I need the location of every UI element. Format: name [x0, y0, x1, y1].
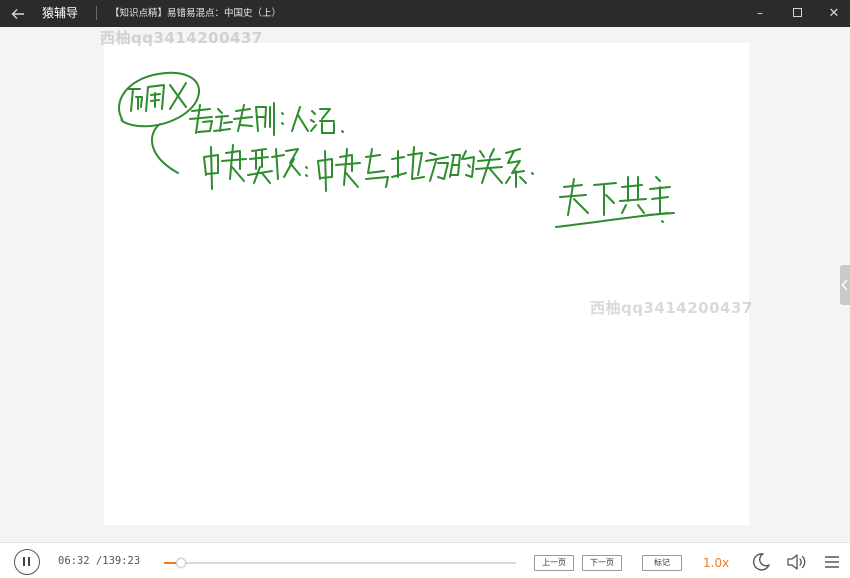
minimize-button[interactable]: –	[749, 3, 771, 24]
title-divider	[96, 6, 97, 20]
menu-icon	[825, 556, 839, 568]
mark-button[interactable]: 标记	[642, 555, 682, 571]
lesson-stage: 西柚qq3414200437 西柚qq3414200437	[0, 27, 850, 542]
side-note-underline	[555, 212, 669, 228]
course-title: 【知识点精】易错易混点：中国史（上）	[110, 8, 282, 19]
prev-page-button[interactable]: 上一页	[534, 555, 574, 571]
menu-button[interactable]	[821, 551, 843, 573]
speed-button[interactable]: 1.0x	[703, 556, 729, 571]
moon-icon	[752, 553, 770, 571]
line1-strokes	[189, 102, 344, 136]
bracket-stroke	[151, 123, 179, 174]
progress-bar[interactable]	[164, 558, 516, 568]
time-display: 06:32 /139:23	[58, 555, 141, 567]
back-button[interactable]	[8, 4, 28, 24]
night-mode-button[interactable]	[750, 551, 772, 573]
app-name: 猿辅导	[42, 6, 79, 20]
chevron-left-icon	[841, 279, 848, 291]
player-controls: 06:32 /139:23 上一页 下一页 标记 1.0x	[0, 542, 850, 578]
arrow-left-icon	[11, 9, 24, 19]
close-button[interactable]: ✕	[823, 3, 845, 24]
play-pause-button[interactable]	[14, 549, 40, 575]
next-page-button[interactable]: 下一页	[582, 555, 622, 571]
pause-icon-bar	[28, 557, 30, 566]
side-panel-toggle[interactable]	[840, 265, 850, 305]
maximize-icon	[792, 7, 802, 17]
heading-strokes	[127, 82, 187, 112]
progress-knob[interactable]	[175, 558, 186, 568]
volume-icon	[787, 554, 806, 570]
side-note-strokes	[555, 176, 675, 228]
title-bar: 猿辅导 【知识点精】易错易混点：中国史（上） – ✕	[0, 0, 850, 27]
maximize-button[interactable]	[786, 3, 808, 24]
line2-strokes	[203, 144, 534, 192]
volume-button[interactable]	[785, 551, 807, 573]
pause-icon	[23, 557, 25, 566]
handwriting-layer	[118, 71, 675, 228]
